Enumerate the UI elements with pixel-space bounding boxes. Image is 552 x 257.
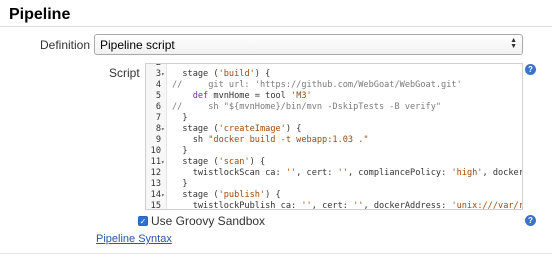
code-token: twistlockScan ca: <box>172 168 286 178</box>
code-line[interactable]: 4 // git url: 'https://github.com/WebGoat… <box>146 80 522 91</box>
code-token: '' <box>337 168 348 178</box>
code-token: stage ( <box>172 124 219 134</box>
script-help-icon[interactable]: ? <box>525 64 536 75</box>
code-token: // sh "${mvnHome}/bin/mvn -DskipTests -B… <box>172 102 442 112</box>
select-arrows-icon: ▲ ▼ <box>510 37 517 50</box>
line-number: 9 <box>155 135 161 145</box>
code-token: ) { <box>265 190 281 200</box>
code-token: '' <box>353 201 364 210</box>
code-line[interactable]: 5 def mvnHome = tool 'M3' <box>146 91 522 102</box>
fold-arrow-icon[interactable]: ▾ <box>161 124 165 135</box>
script-label: Script <box>109 66 140 80</box>
code-token: twistlockPublish ca: <box>172 201 302 210</box>
code-text: stage ('createImage') { <box>172 124 301 135</box>
code-line[interactable]: 9 sh "docker build -t webapp:1.03 ." <box>146 135 522 146</box>
line-number: 15 <box>150 201 161 210</box>
code-line[interactable]: 11 ▾ stage ('scan') { <box>146 157 522 168</box>
code-token: ) { <box>249 157 266 167</box>
code-token: , compliancePolicy: <box>347 168 452 178</box>
code-token: , cert: <box>296 168 338 178</box>
code-line[interactable]: 6 // sh "${mvnHome}/bin/mvn -DskipTests -… <box>146 102 522 113</box>
code-token: , dockerAddress: <box>482 168 522 178</box>
code-token: 'build' <box>218 69 255 79</box>
code-text: sh "docker build -t webapp:1.03 ." <box>172 135 369 146</box>
code-token: mvnHome = tool <box>208 91 292 101</box>
fold-arrow-icon[interactable]: ▾ <box>161 190 165 201</box>
sandbox-help-icon[interactable]: ? <box>525 215 536 226</box>
section-divider <box>0 26 552 27</box>
groovy-sandbox-checkbox[interactable]: ✓ <box>138 216 148 226</box>
section-title: Pipeline <box>9 6 71 23</box>
code-line[interactable]: 3 ▾ stage ('build') { <box>146 69 522 80</box>
line-number: 13 <box>150 179 161 189</box>
code-token: 'unix:///var/run/docker.sock <box>451 201 523 210</box>
code-text: stage ('publish') { <box>172 190 281 201</box>
code-token: '' <box>301 201 312 210</box>
code-text: } <box>172 113 188 124</box>
code-token: } <box>172 146 188 156</box>
code-text: } <box>172 179 188 190</box>
code-token: stage ( <box>172 157 219 167</box>
code-token: ) { <box>254 69 271 79</box>
code-token: 'createImage' <box>218 124 286 134</box>
definition-select-value: Pipeline script <box>100 38 175 52</box>
groovy-sandbox-label: Use Groovy Sandbox <box>151 214 266 228</box>
code-token: 'high' <box>451 168 483 178</box>
pipeline-syntax-link[interactable]: Pipeline Syntax <box>96 233 172 245</box>
line-number: 5 <box>155 91 161 101</box>
code-token: "docker build -t webapp:1.03 ." <box>208 135 369 145</box>
code-token: } <box>172 179 188 189</box>
script-editor[interactable]: 2 3 ▾ stage ('build') {4// git url: 'https… <box>145 63 523 210</box>
code-line[interactable]: 12 twistlockScan ca: '', cert: '', compl… <box>146 168 522 179</box>
code-token: 'scan' <box>218 157 250 167</box>
line-number: 4 <box>155 80 161 90</box>
code-token: } <box>172 113 188 123</box>
definition-select[interactable]: Pipeline script ▲ ▼ <box>94 34 523 55</box>
fold-arrow-icon[interactable]: ▾ <box>161 157 165 168</box>
line-number: 12 <box>150 168 161 178</box>
code-token: 'publish' <box>218 190 266 200</box>
code-token: stage ( <box>172 190 219 200</box>
code-text: } <box>172 146 188 157</box>
code-text: def mvnHome = tool 'M3' <box>172 91 312 102</box>
code-line[interactable]: 8 ▾ stage ('createImage') { <box>146 124 522 135</box>
code-token: , dockerAddress: <box>363 201 452 210</box>
code-text: stage ('build') { <box>172 69 270 80</box>
code-token: stage ( <box>172 69 219 79</box>
code-line[interactable]: 15 twistlockPublish ca: '', cert: '', do… <box>146 201 523 210</box>
code-token: def <box>192 91 209 101</box>
line-number: 7 <box>155 113 161 123</box>
code-token: , cert: <box>311 201 354 210</box>
line-number: 10 <box>150 146 161 156</box>
definition-label: Definition <box>40 38 91 52</box>
code-text: stage ('scan') { <box>172 157 265 168</box>
code-token: sh <box>172 135 209 145</box>
code-line[interactable]: 10 } <box>146 146 522 157</box>
fold-arrow-icon[interactable]: ▾ <box>161 69 165 80</box>
code-token: '' <box>285 168 297 178</box>
code-token: ) { <box>285 124 302 134</box>
code-text: twistlockPublish ca: '', cert: '', docke… <box>172 201 523 210</box>
code-token: 'M3' <box>291 91 312 101</box>
code-line[interactable]: 14 ▾ stage ('publish') { <box>146 190 522 201</box>
code-token: // git url: 'https://github.com/WebGoat/… <box>172 80 462 90</box>
code-text: // sh "${mvnHome}/bin/mvn -DskipTests -B… <box>172 102 441 113</box>
code-line[interactable]: 7 } <box>146 113 522 124</box>
bottom-divider <box>0 253 552 254</box>
code-text: twistlockScan ca: '', cert: '', complian… <box>172 168 522 179</box>
code-text: // git url: 'https://github.com/WebGoat/… <box>172 80 462 91</box>
code-line[interactable]: 13 } <box>146 179 522 190</box>
line-number: 6 <box>155 102 161 112</box>
